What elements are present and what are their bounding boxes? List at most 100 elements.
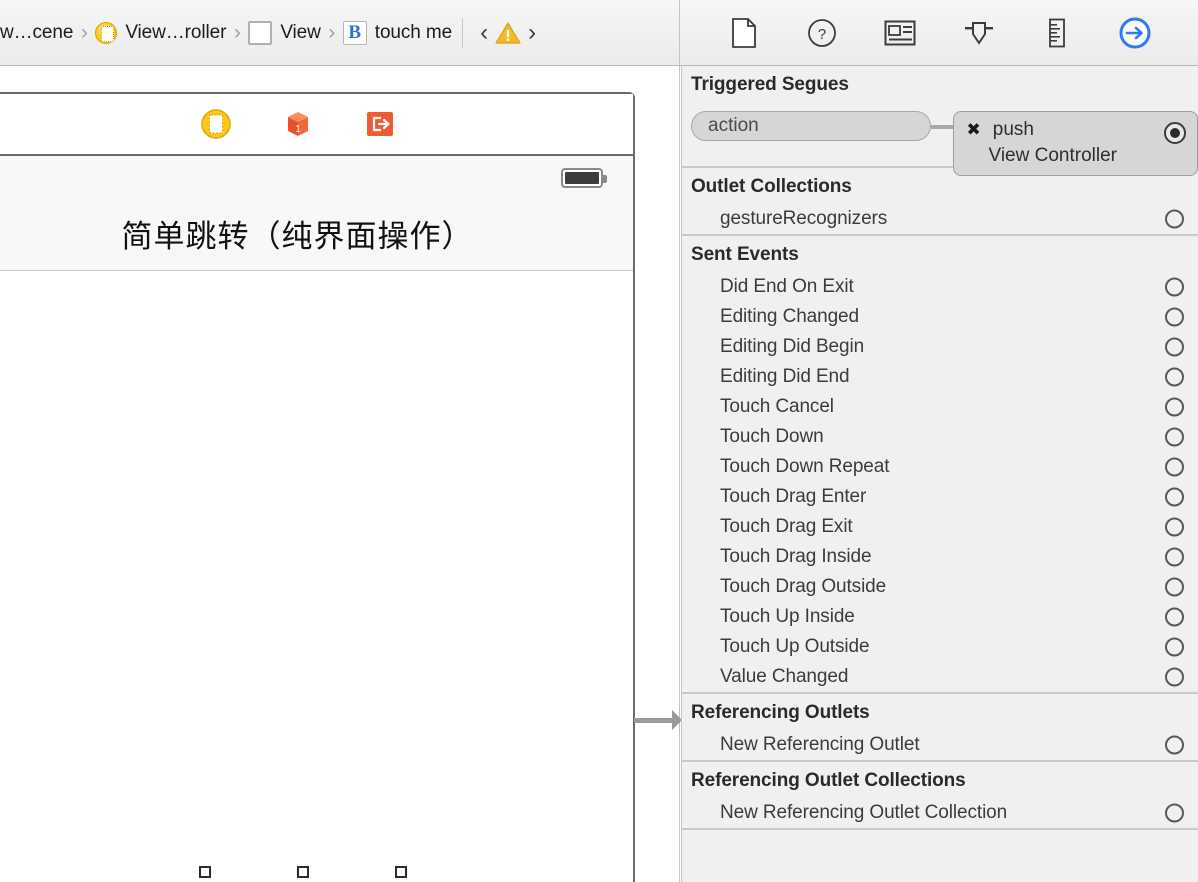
first-responder-dock-icon[interactable]: 1 bbox=[283, 109, 313, 139]
attributes-inspector-button[interactable] bbox=[959, 16, 999, 50]
connection-well[interactable] bbox=[1165, 368, 1184, 387]
breadcrumb-item-3[interactable]: Btouch me bbox=[343, 0, 452, 65]
connection-well[interactable] bbox=[1165, 518, 1184, 537]
segue-destination-box[interactable]: ✖pushView Controller bbox=[953, 111, 1198, 176]
connection-row[interactable]: Touch Drag Exit bbox=[682, 512, 1198, 542]
connection-row[interactable]: New Referencing Outlet bbox=[682, 730, 1198, 760]
svg-text:1: 1 bbox=[295, 124, 301, 135]
connection-label: gestureRecognizers bbox=[720, 208, 887, 230]
connection-well[interactable] bbox=[1165, 210, 1184, 229]
connections-inspector-button[interactable] bbox=[1115, 16, 1155, 50]
breadcrumb-item-0[interactable]: w…cene bbox=[0, 0, 73, 65]
quick-help-inspector-button[interactable]: ? bbox=[802, 16, 842, 50]
connection-label: Touch Drag Exit bbox=[720, 516, 853, 538]
connection-label: Value Changed bbox=[720, 666, 848, 688]
breadcrumb: w…cene›View…roller›View›Btouch me‹› bbox=[0, 0, 680, 65]
identity-inspector-button[interactable] bbox=[880, 16, 920, 50]
resize-handle-top-center[interactable] bbox=[297, 866, 309, 878]
attributes-slider-icon bbox=[962, 19, 996, 47]
connection-row[interactable]: Touch Cancel bbox=[682, 392, 1198, 422]
breadcrumb-item-2[interactable]: View bbox=[248, 0, 320, 65]
connection-well[interactable] bbox=[1165, 804, 1184, 823]
breadcrumb-label: w…cene bbox=[0, 22, 73, 44]
connection-well[interactable] bbox=[1165, 638, 1184, 657]
connection-well[interactable] bbox=[1165, 736, 1184, 755]
resize-handle-top-right[interactable] bbox=[395, 866, 407, 878]
connection-row[interactable]: Editing Did End bbox=[682, 362, 1198, 392]
scene-view-controller[interactable]: 1 简单跳转（纯界面操作） touch me bbox=[0, 92, 635, 882]
segue-disconnect-icon[interactable]: ✖ bbox=[967, 120, 981, 140]
connection-well[interactable] bbox=[1165, 398, 1184, 417]
connection-label: Touch Up Inside bbox=[720, 606, 855, 628]
connection-label: Touch Drag Outside bbox=[720, 576, 886, 598]
breadcrumb-label: View…roller bbox=[125, 22, 226, 44]
connection-well[interactable] bbox=[1165, 488, 1184, 507]
svg-text:?: ? bbox=[818, 26, 826, 43]
connection-row[interactable]: Value Changed bbox=[682, 662, 1198, 692]
connection-well[interactable] bbox=[1165, 458, 1184, 477]
device-preview: 简单跳转（纯界面操作） touch me bbox=[0, 156, 633, 882]
connection-label: Touch Drag Inside bbox=[720, 546, 871, 568]
connection-label: Editing Did End bbox=[720, 366, 849, 388]
jump-bar: w…cene›View…roller›View›Btouch me‹› ? bbox=[0, 0, 1198, 66]
connection-label: Touch Up Outside bbox=[720, 636, 869, 658]
exit-dock-icon[interactable] bbox=[365, 109, 395, 139]
connection-row[interactable]: Editing Changed bbox=[682, 302, 1198, 332]
connection-well[interactable] bbox=[1165, 428, 1184, 447]
segue-destination-label: View Controller bbox=[954, 143, 1198, 169]
connection-well[interactable] bbox=[1165, 338, 1184, 357]
ruler-icon bbox=[1047, 18, 1067, 48]
scene-dock: 1 bbox=[0, 94, 633, 156]
breadcrumb-separator: › bbox=[321, 21, 343, 45]
battery-icon bbox=[561, 168, 603, 188]
breadcrumb-label: touch me bbox=[375, 22, 452, 44]
jump-bar-divider bbox=[462, 18, 463, 48]
section-header: Referencing Outlet Collections bbox=[682, 762, 1198, 798]
warning-triangle-icon[interactable] bbox=[495, 21, 521, 45]
connections-inspector-panel[interactable]: Triggered Seguesaction✖pushView Controll… bbox=[681, 66, 1198, 882]
connection-row[interactable]: Touch Up Outside bbox=[682, 632, 1198, 662]
size-inspector-button[interactable] bbox=[1037, 16, 1077, 50]
connection-row[interactable]: Touch Drag Enter bbox=[682, 482, 1198, 512]
segue-connector-line bbox=[931, 125, 953, 129]
resize-handle-top-left[interactable] bbox=[199, 866, 211, 878]
connection-label: Touch Down bbox=[720, 426, 824, 448]
next-issue-button[interactable]: › bbox=[521, 21, 543, 45]
connection-row[interactable]: Touch Up Inside bbox=[682, 602, 1198, 632]
connection-row[interactable]: Did End On Exit bbox=[682, 272, 1198, 302]
previous-issue-button[interactable]: ‹ bbox=[473, 21, 495, 45]
file-inspector-button[interactable] bbox=[724, 16, 764, 50]
connection-row[interactable]: Touch Drag Inside bbox=[682, 542, 1198, 572]
connection-row[interactable]: New Referencing Outlet Collection bbox=[682, 798, 1198, 828]
connection-row[interactable]: Editing Did Begin bbox=[682, 332, 1198, 362]
storyboard-canvas[interactable]: 1 简单跳转（纯界面操作） touch me bbox=[0, 66, 680, 882]
connection-row[interactable]: Touch Drag Outside bbox=[682, 572, 1198, 602]
file-icon bbox=[731, 18, 757, 48]
breadcrumb-separator: › bbox=[226, 21, 248, 45]
triggered-segue-row[interactable]: action✖pushView Controller bbox=[682, 102, 1198, 166]
xcode-interface-builder-window: w…cene›View…roller›View›Btouch me‹› ? bbox=[0, 0, 1198, 882]
connection-row[interactable]: Touch Down bbox=[682, 422, 1198, 452]
connection-well[interactable] bbox=[1165, 308, 1184, 327]
connection-well[interactable] bbox=[1165, 548, 1184, 567]
connection-row[interactable]: Touch Down Repeat bbox=[682, 452, 1198, 482]
selected-button[interactable]: touch me bbox=[205, 872, 401, 882]
segue-source-pill[interactable]: action bbox=[691, 111, 931, 141]
view-body[interactable]: touch me bbox=[0, 272, 633, 882]
section-header: Sent Events bbox=[682, 236, 1198, 272]
page-title: 简单跳转（纯界面操作） bbox=[122, 211, 474, 256]
view-controller-dock-icon[interactable] bbox=[201, 109, 231, 139]
connection-well[interactable] bbox=[1165, 278, 1184, 297]
segue-connection-well[interactable] bbox=[1164, 122, 1186, 144]
connection-label: Touch Cancel bbox=[720, 396, 834, 418]
connection-label: Touch Down Repeat bbox=[720, 456, 889, 478]
connection-well[interactable] bbox=[1165, 578, 1184, 597]
connection-row[interactable]: gestureRecognizers bbox=[682, 204, 1198, 234]
connection-well[interactable] bbox=[1165, 668, 1184, 687]
arrow-right-circle-icon bbox=[1118, 16, 1152, 50]
connection-well[interactable] bbox=[1165, 608, 1184, 627]
navigation-bar[interactable]: 简单跳转（纯界面操作） bbox=[0, 196, 633, 271]
breadcrumb-item-1[interactable]: View…roller bbox=[95, 0, 226, 65]
breadcrumb-label: View bbox=[280, 22, 320, 44]
connection-label: New Referencing Outlet Collection bbox=[720, 802, 1007, 824]
